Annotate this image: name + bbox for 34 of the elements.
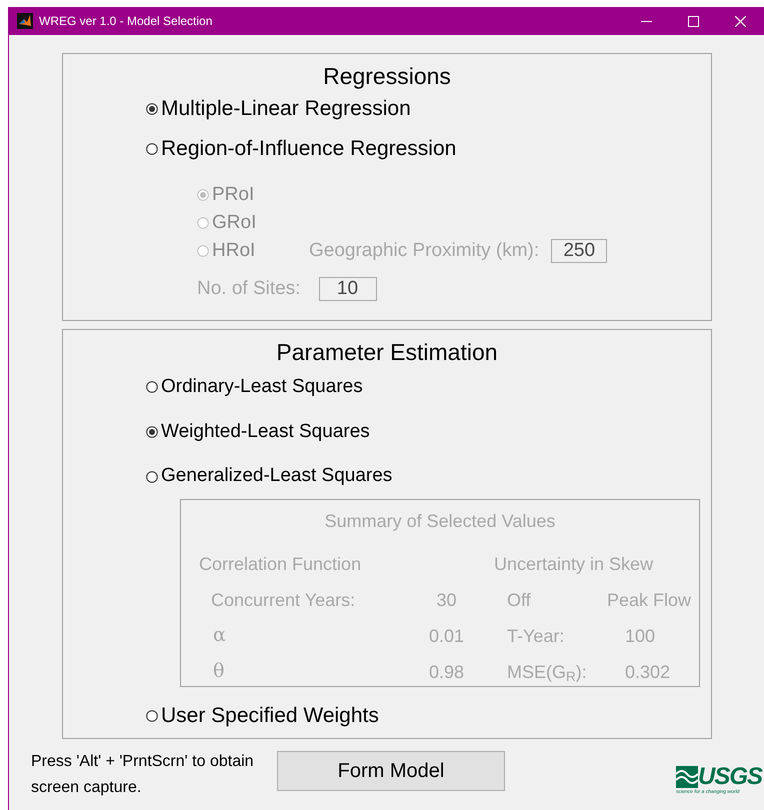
summary-value: 0.01 xyxy=(428,624,466,648)
summary-label: α xyxy=(212,623,227,648)
summary-value: 100 xyxy=(625,624,656,648)
summary-title: Summary of Selected Values xyxy=(324,510,556,533)
summary-value: Peak Flow xyxy=(607,588,692,612)
summary-value: 0.302 xyxy=(625,660,670,684)
proximity-label: Geographic Proximity (km): xyxy=(309,238,540,263)
usgs-wave-icon xyxy=(676,766,698,788)
radio-button[interactable]: User Specified Weights xyxy=(146,693,379,738)
skew-heading: Uncertainty in Skew xyxy=(493,552,654,576)
correlation-heading: Correlation Function xyxy=(199,552,362,576)
usgs-wordmark: USGS xyxy=(698,765,762,789)
summary-label: Off xyxy=(507,588,532,612)
radio-button[interactable]: Weighted-Least Squares xyxy=(146,410,370,454)
summary-label: θ xyxy=(212,659,226,684)
radio-button[interactable]: Region-of-Influence Regression xyxy=(146,129,456,169)
screen-capture-note: Press 'Alt' + 'PrntScrn' to obtain screen capture. xyxy=(31,752,255,798)
summary-label: MSE(G$_{R}$): xyxy=(507,660,588,686)
form-model-button[interactable]: Form Model xyxy=(277,751,505,791)
radio-button[interactable]: Multiple-Linear Regression xyxy=(146,89,411,129)
summary-label: Concurrent Years: xyxy=(210,588,356,612)
maximize-icon xyxy=(688,16,699,26)
summary-value: 30 xyxy=(435,588,458,612)
radio-button[interactable]: Generalized-Least Squares xyxy=(146,454,392,499)
close-icon xyxy=(735,16,746,26)
app-logo-icon xyxy=(17,13,33,29)
summary-label: T-Year: xyxy=(507,624,566,648)
sites-label: No. of Sites: xyxy=(197,277,300,301)
window-title: WREG ver 1.0 - Model Selection xyxy=(39,13,212,30)
summary-value: 0.98 xyxy=(428,660,466,684)
panel-title: Regressions xyxy=(322,62,452,89)
radio-button[interactable]: Ordinary-Least Squares xyxy=(146,365,363,410)
minimize-icon xyxy=(641,20,652,22)
panel-title: Parameter Estimation xyxy=(275,338,499,365)
